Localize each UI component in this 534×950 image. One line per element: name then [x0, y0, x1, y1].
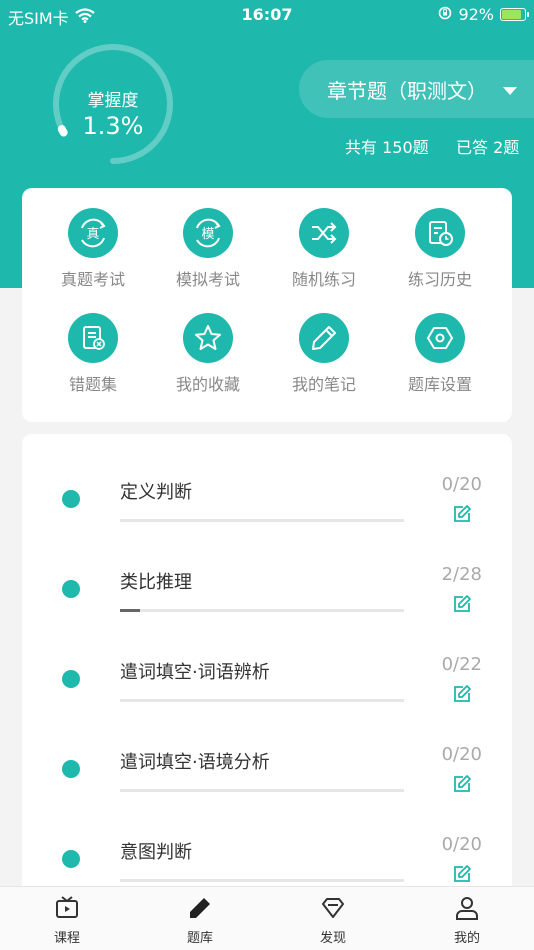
tab-question-bank[interactable]: 题库	[160, 895, 240, 946]
chapter-count: 2/28	[441, 564, 482, 585]
chapter-dot	[62, 580, 80, 598]
tab-label: 题库	[186, 931, 213, 946]
tab-label: 我的	[453, 931, 480, 946]
chapter-progress-track	[120, 609, 404, 612]
tool-label: 我的收藏	[175, 375, 240, 394]
selector-label: 章节题（职测文）	[327, 78, 487, 103]
history-icon	[415, 208, 465, 258]
tool-bank-settings[interactable]: 题库设置	[385, 313, 495, 395]
chapter-progress-track	[120, 699, 404, 702]
tool-label: 真题考试	[60, 270, 125, 289]
status-bar: 无SIM卡 16:07 92%	[0, 0, 534, 30]
list-item[interactable]: 遣词填空·词语辨析 0/22	[22, 624, 512, 714]
mastery-gauge: 掌握度 1.3%	[48, 44, 178, 164]
tab-discover[interactable]: 发现	[293, 895, 373, 946]
chapter-count: 0/22	[441, 654, 482, 675]
svg-text:真: 真	[86, 227, 99, 242]
chapter-dot	[62, 850, 80, 868]
chapter-count: 0/20	[441, 834, 482, 855]
mock-exam-icon: 模	[183, 208, 233, 258]
tool-label: 我的笔记	[291, 375, 356, 394]
tool-random-practice[interactable]: 随机练习	[269, 208, 379, 290]
tools-card: 真 真题考试 模 模拟考试 随机练习 练习历史 错题集 我的收藏 我的笔记 题库…	[22, 188, 512, 422]
tool-label: 错题集	[68, 375, 117, 394]
tool-label: 题库设置	[407, 375, 472, 394]
orientation-lock-icon	[438, 5, 452, 24]
settings-icon	[415, 313, 465, 363]
chapter-title: 遣词填空·语境分析	[120, 752, 270, 773]
chapter-count: 0/20	[441, 474, 482, 495]
list-item[interactable]: 类比推理 2/28	[22, 534, 512, 624]
tool-wrong-questions[interactable]: 错题集	[38, 313, 148, 395]
tool-label: 模拟考试	[175, 270, 240, 289]
shuffle-icon	[299, 208, 349, 258]
chapter-progress-fill	[120, 609, 141, 612]
tab-courses[interactable]: 课程	[27, 895, 107, 946]
mastery-label: 掌握度	[87, 91, 139, 111]
star-icon	[183, 313, 233, 363]
real-exam-icon: 真	[68, 208, 118, 258]
total-questions: 共有 150题	[345, 138, 429, 157]
tool-label: 随机练习	[291, 270, 356, 289]
chapter-title: 类比推理	[120, 572, 192, 593]
tv-icon	[54, 896, 80, 925]
chapter-progress-track	[120, 789, 404, 792]
svg-text:模: 模	[201, 227, 214, 242]
edit-icon[interactable]	[452, 594, 472, 618]
chapter-dot	[62, 670, 80, 688]
tool-notes[interactable]: 我的笔记	[269, 313, 379, 395]
mastery-value: 1.3%	[82, 112, 144, 140]
edit-icon[interactable]	[452, 864, 472, 888]
tab-bar: 课程 题库 发现 我的	[0, 886, 534, 950]
edit-icon[interactable]	[452, 504, 472, 528]
chapter-title: 意图判断	[120, 842, 192, 863]
chapter-dot	[62, 760, 80, 778]
chapter-title: 遣词填空·词语辨析	[120, 662, 270, 683]
diamond-icon	[320, 898, 346, 925]
status-right: 92%	[438, 5, 529, 24]
chapter-title: 定义判断	[120, 482, 192, 503]
pencil-icon	[299, 313, 349, 363]
battery-percent: 92%	[458, 5, 494, 24]
battery-icon	[500, 8, 529, 21]
edit-icon[interactable]	[452, 684, 472, 708]
user-icon	[454, 897, 480, 925]
pencil-icon	[187, 898, 213, 925]
list-item[interactable]: 意图判断 0/20	[22, 804, 512, 894]
tool-favorites[interactable]: 我的收藏	[153, 313, 263, 395]
tool-mock-exam[interactable]: 模 模拟考试	[153, 208, 263, 290]
tool-label: 练习历史	[407, 270, 472, 289]
caret-down-icon	[503, 87, 517, 95]
tool-practice-history[interactable]: 练习历史	[385, 208, 495, 290]
tab-me[interactable]: 我的	[427, 895, 507, 946]
chapter-progress-track	[120, 519, 404, 522]
wrong-questions-icon	[68, 313, 118, 363]
tab-label: 发现	[319, 931, 346, 946]
chapter-list: 定义判断 0/20 类比推理 2/28 遣词填空·词语辨析 0/22 遣词填空·语境分析 0/…	[22, 434, 512, 894]
chapter-dot	[62, 490, 80, 508]
tab-label: 课程	[53, 931, 80, 946]
list-item[interactable]: 遣词填空·语境分析 0/20	[22, 714, 512, 804]
list-item[interactable]: 定义判断 0/20	[22, 444, 512, 534]
chapter-count: 0/20	[441, 744, 482, 765]
question-bank-selector[interactable]: 章节题（职测文）	[299, 60, 534, 118]
battery-fill	[502, 10, 522, 19]
edit-icon[interactable]	[452, 774, 472, 798]
answered-questions: 已答 2题	[456, 138, 520, 157]
chapter-progress-track	[120, 879, 404, 882]
tool-real-exam[interactable]: 真 真题考试	[38, 208, 148, 290]
